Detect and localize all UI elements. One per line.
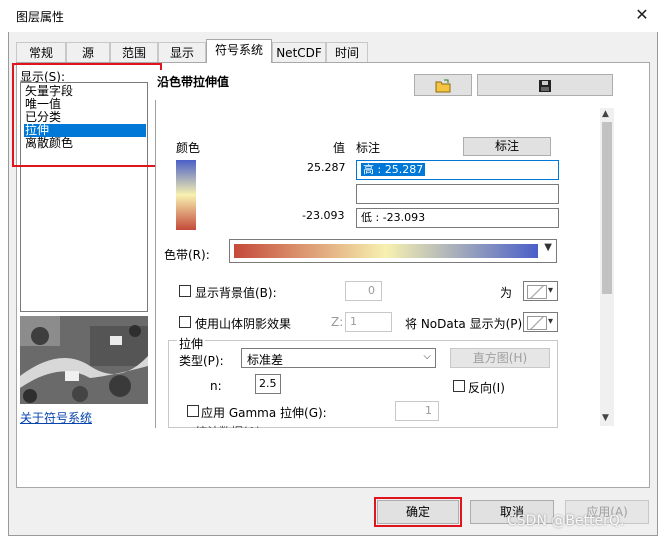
gamma-checkbox[interactable] <box>187 405 199 417</box>
color-ramp-vertical <box>176 160 196 230</box>
z-factor-field[interactable]: 1 <box>345 312 392 332</box>
as-label: 为 <box>500 286 513 300</box>
title-bar <box>8 0 658 32</box>
gamma-label: 应用 Gamma 拉伸(G): <box>201 406 327 420</box>
high-value: 25.287 <box>307 161 346 174</box>
section-heading: 沿色带拉伸值 <box>157 75 230 89</box>
mid-label-field[interactable] <box>356 184 559 204</box>
tab-symbology[interactable]: 符号系统 <box>206 39 272 63</box>
show-background-label: 显示背景值(B): <box>195 286 277 300</box>
about-symbology-link[interactable]: 关于符号系统 <box>20 409 92 426</box>
statistics-label: 统计数据(A) <box>195 423 261 428</box>
high-label-field[interactable]: 高 : 25.287 <box>356 160 559 180</box>
scroll-up-icon[interactable]: ▲ <box>602 109 609 119</box>
tab-extent[interactable]: 范围 <box>110 42 158 62</box>
close-icon[interactable]: ✕ <box>633 6 651 24</box>
chevron-down-icon: ▾ <box>547 285 553 296</box>
tab-source[interactable]: 源 <box>66 42 110 62</box>
label-column-label: 标注 <box>356 141 381 155</box>
color-column-label: 颜色 <box>176 141 201 155</box>
gamma-value-field[interactable]: 1 <box>395 401 439 421</box>
stretch-type-select[interactable]: 标准差 ⌵ <box>241 348 436 368</box>
color-ramp-label: 色带(R): <box>164 248 210 262</box>
no-color-swatch-icon <box>527 285 547 299</box>
tab-display[interactable]: 显示 <box>158 42 206 62</box>
tab-time[interactable]: 时间 <box>326 42 368 62</box>
highlight-box-ok <box>374 497 462 527</box>
watermark: CSDN @BetterQ. <box>507 513 625 529</box>
type-label: 类型(P): <box>179 354 224 368</box>
invert-checkbox[interactable] <box>453 380 465 392</box>
n-label: n: <box>210 379 222 393</box>
chevron-down-icon: ▾ <box>547 316 553 327</box>
label-button[interactable]: 标注 <box>463 137 551 156</box>
tab-netcdf[interactable]: NetCDF <box>272 42 326 62</box>
value-column-label: 值 <box>333 141 346 155</box>
show-background-checkbox[interactable] <box>179 285 191 297</box>
chevron-down-icon: ⌵ <box>423 351 431 362</box>
color-ramp-preview <box>234 244 538 258</box>
no-color-swatch-icon <box>527 316 547 330</box>
nodata-label: 将 NoData 显示为(P) <box>405 317 523 331</box>
open-folder-button[interactable] <box>414 74 472 96</box>
color-ramp-select[interactable]: ▼ <box>229 239 557 263</box>
nodata-color-picker[interactable]: ▾ <box>523 312 558 332</box>
separator-line <box>155 100 156 428</box>
scrollbar-thumb[interactable] <box>602 122 612 294</box>
chevron-down-icon: ▼ <box>544 242 552 253</box>
low-value: -23.093 <box>302 209 345 222</box>
preview-image <box>20 316 148 404</box>
hillshade-label: 使用山体阴影效果 <box>195 317 292 331</box>
histogram-button[interactable]: 直方图(H) <box>450 348 550 368</box>
invert-label: 反向(I) <box>468 381 505 395</box>
z-label: Z: <box>331 315 344 329</box>
low-label-field[interactable]: 低 : -23.093 <box>356 208 559 228</box>
highlight-box <box>12 63 162 167</box>
scroll-down-icon[interactable]: ▼ <box>602 413 609 423</box>
hillshade-checkbox[interactable] <box>179 316 191 328</box>
window-title: 图层属性 <box>16 10 65 24</box>
save-icon <box>538 79 552 96</box>
save-button[interactable] <box>477 74 613 96</box>
background-value-field[interactable]: 0 <box>345 281 382 301</box>
stretch-group-title: 拉伸 <box>177 335 206 352</box>
n-value-field[interactable]: 2.5 <box>255 374 281 394</box>
tab-general[interactable]: 常规 <box>16 42 66 62</box>
folder-icon <box>435 79 451 96</box>
background-color-picker[interactable]: ▾ <box>523 281 558 301</box>
